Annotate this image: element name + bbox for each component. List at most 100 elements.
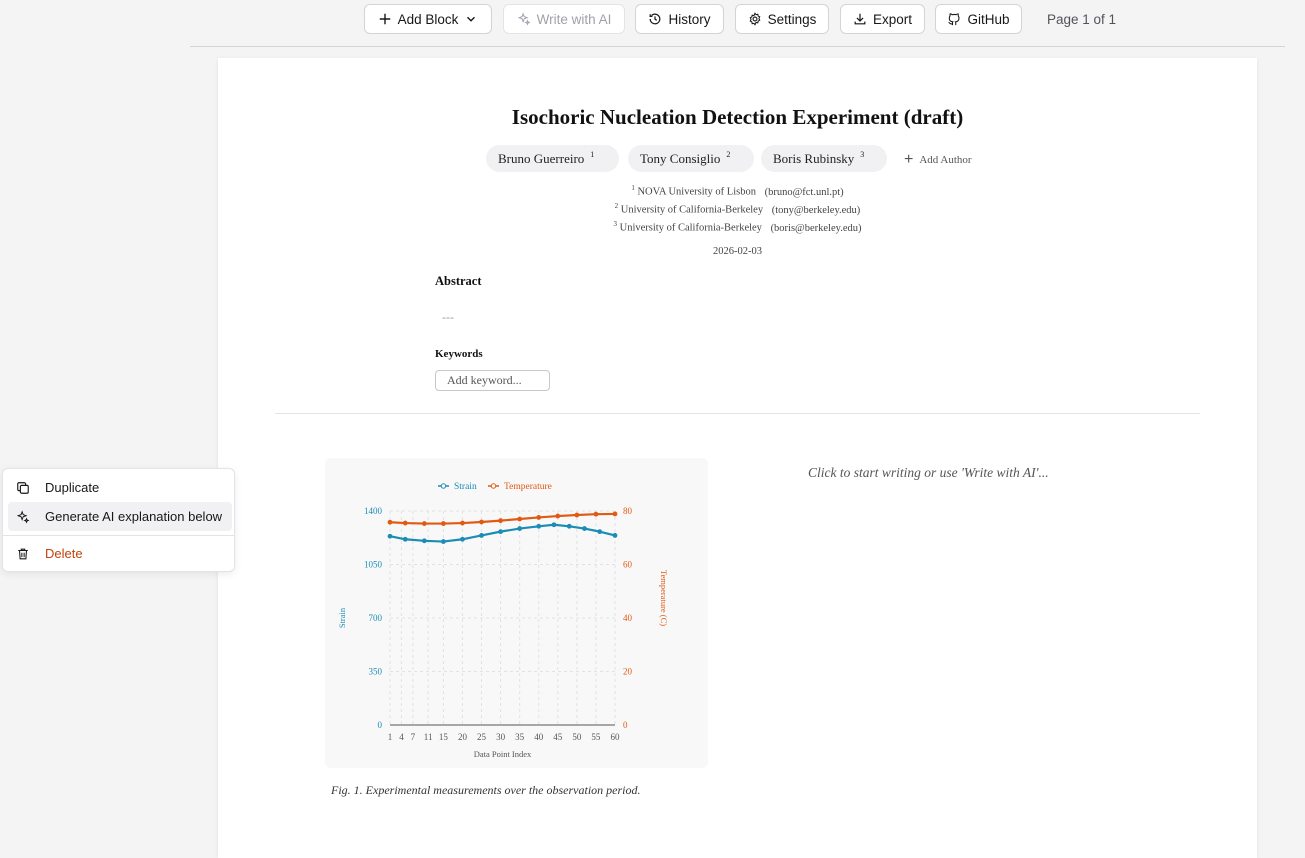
data-point-strain: [402, 536, 408, 542]
author-chip[interactable]: Boris Rubinsky 3: [761, 145, 887, 172]
x-tick-label: 25: [477, 732, 487, 742]
export-button[interactable]: Export: [840, 4, 925, 34]
affiliation-institution: NOVA University of Lisbon: [637, 186, 756, 198]
data-point-strain: [387, 533, 393, 539]
y-right-tick-label: 40: [623, 613, 633, 623]
settings-label: Settings: [767, 11, 817, 27]
y-left-tick-label: 700: [369, 613, 383, 623]
x-tick-label: 11: [424, 732, 433, 742]
author-affiliation-number: 1: [590, 150, 595, 159]
affiliation-institution: University of California-Berkeley: [620, 204, 764, 216]
generate-ai-explanation-menu-item[interactable]: Generate AI explanation below: [8, 502, 232, 531]
data-point-temperature: [536, 515, 542, 520]
keyword-input[interactable]: [435, 370, 550, 391]
abstract-text[interactable]: ---: [442, 310, 454, 325]
data-point-strain: [498, 529, 503, 535]
data-point-temperature: [593, 511, 599, 517]
data-point-temperature: [574, 512, 580, 518]
data-point-strain: [517, 526, 523, 531]
x-tick-label: 55: [591, 732, 601, 742]
affiliation-email: (tony@berkeley.edu): [771, 204, 861, 216]
write-with-ai-button[interactable]: Write with AI: [503, 4, 625, 34]
x-tick-label: 15: [439, 732, 449, 742]
github-icon: [948, 13, 960, 26]
github-button[interactable]: GitHub: [935, 4, 1022, 34]
x-tick-label: 1: [388, 732, 393, 742]
y-left-tick-label: 350: [369, 667, 383, 677]
data-point-strain: [460, 536, 465, 542]
generate-ai-explanation-label: Generate AI explanation below: [45, 509, 223, 524]
data-point-strain: [597, 529, 603, 535]
sparkles-icon: [517, 12, 531, 26]
legend-marker-temperature: [490, 483, 497, 489]
duplicate-label: Duplicate: [45, 480, 100, 495]
y-right-tick-label: 80: [623, 506, 633, 516]
keywords-heading: Keywords: [435, 348, 483, 360]
x-axis-title: Data Point Index: [474, 749, 532, 759]
github-label: GitHub: [967, 11, 1010, 27]
chart-block[interactable]: 0 350 700 1050 1400 0 20 40 60 80 1 4 7 11 15 20 25 30 35 4…: [325, 458, 708, 768]
add-block-button[interactable]: Add Block: [364, 4, 492, 34]
legend-label-strain: Strain: [454, 482, 477, 492]
affiliation-number: 1: [631, 184, 635, 192]
affiliation-line: 1 NOVA University of Lisbon (bruno@fct.u…: [218, 184, 1257, 198]
add-author-button[interactable]: + Add Author: [904, 151, 972, 169]
data-point-temperature: [387, 519, 393, 525]
author-name: Boris Rubinsky: [773, 150, 855, 166]
section-divider: [275, 413, 1200, 414]
data-point-temperature: [517, 516, 523, 522]
sparkles-icon: [16, 509, 30, 524]
affiliation-email: (boris@berkeley.edu): [770, 222, 862, 234]
download-icon: [854, 13, 866, 25]
chevron-down-icon: [467, 16, 476, 22]
x-tick-label: 7: [411, 732, 416, 742]
author-chip[interactable]: Tony Consiglio 2: [628, 145, 754, 172]
gear-icon: [749, 12, 761, 26]
document-page: Isochoric Nucleation Detection Experimen…: [218, 58, 1257, 858]
data-point-temperature: [498, 518, 503, 524]
document-title[interactable]: Isochoric Nucleation Detection Experimen…: [218, 105, 1257, 130]
x-tick-label: 40: [534, 732, 544, 742]
data-point-temperature: [612, 511, 618, 517]
settings-button[interactable]: Settings: [735, 4, 829, 34]
duplicate-menu-item[interactable]: Duplicate: [8, 473, 232, 502]
y-left-tick-label: 0: [378, 720, 383, 730]
data-point-strain: [582, 526, 587, 531]
page-indicator: Page 1 of 1: [1047, 12, 1117, 27]
history-button[interactable]: History: [635, 4, 724, 34]
delete-menu-item[interactable]: Delete: [8, 539, 232, 568]
menu-separator: [3, 535, 234, 536]
add-block-label: Add Block: [397, 11, 459, 27]
top-toolbar: Add Block Write with AI History Settings…: [0, 0, 1305, 40]
affiliation-line: 2 University of California-Berkeley (ton…: [218, 202, 1257, 216]
data-point-temperature: [402, 520, 408, 526]
legend-marker-strain: [440, 483, 447, 489]
x-tick-label: 45: [553, 732, 563, 742]
export-label: Export: [872, 11, 913, 27]
x-tick-label: 35: [515, 732, 525, 742]
author-chip[interactable]: Bruno Guerreiro 1: [486, 145, 619, 172]
author-affiliation-number: 2: [726, 150, 731, 159]
write-with-ai-label: Write with AI: [536, 11, 612, 27]
block-context-menu: Duplicate Generate AI explanation below …: [2, 468, 235, 572]
toolbar-divider: [190, 46, 1285, 47]
data-point-temperature: [460, 520, 465, 526]
data-point-strain: [440, 539, 446, 544]
x-tick-label: 60: [611, 732, 621, 742]
y-left-tick-label: 1400: [364, 506, 383, 516]
data-point-temperature: [555, 513, 561, 519]
affiliation-number: 2: [614, 202, 619, 210]
data-point-strain: [421, 538, 427, 544]
data-point-temperature: [479, 519, 484, 525]
x-tick-label: 20: [458, 732, 468, 742]
text-block-placeholder[interactable]: Click to start writing or use 'Write wit…: [808, 465, 1049, 481]
legend-label-temperature: Temperature: [504, 482, 552, 492]
document-date[interactable]: 2026-02-03: [218, 246, 1257, 257]
add-author-label: Add Author: [919, 154, 972, 166]
figure-caption[interactable]: Fig. 1. Experimental measurements over t…: [331, 783, 641, 798]
trash-icon: [16, 547, 30, 561]
line-chart: 0 350 700 1050 1400 0 20 40 60 80 1 4 7 11 15 20 25 30 35 4…: [337, 482, 669, 759]
y-left-tick-label: 1050: [364, 560, 383, 570]
affiliation-email: (bruno@fct.unl.pt): [764, 186, 844, 198]
delete-label: Delete: [45, 546, 83, 561]
